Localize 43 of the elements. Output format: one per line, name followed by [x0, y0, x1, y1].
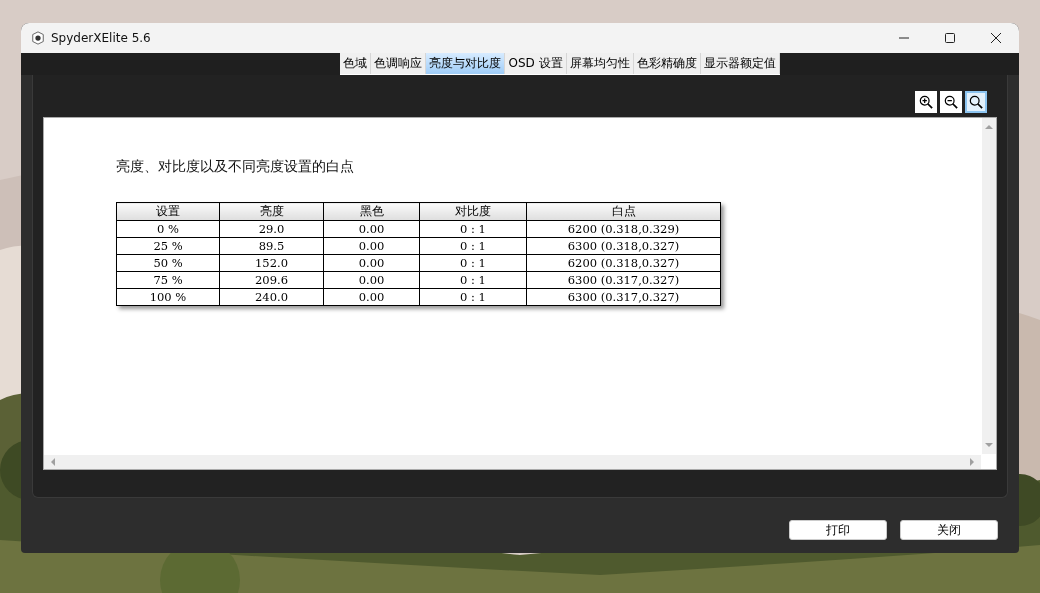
table-cell: 6300 (0.317,0.327) — [526, 271, 721, 289]
dialog-button[interactable]: 打印 — [789, 520, 887, 540]
table-cell: 89.5 — [219, 237, 324, 255]
vertical-scrollbar[interactable] — [982, 118, 996, 454]
table-cell: 0.00 — [323, 220, 420, 238]
table-cell: 0 : 1 — [419, 220, 527, 238]
table-cell: 6200 (0.318,0.327) — [526, 254, 721, 272]
table-cell: 29.0 — [219, 220, 324, 238]
logo-icon — [31, 31, 45, 45]
table-cell: 152.0 — [219, 254, 324, 272]
table-cell: 0 % — [116, 220, 220, 238]
table-cell: 0 : 1 — [419, 237, 527, 255]
table-cell: 0.00 — [323, 254, 420, 272]
tab[interactable]: 色域 — [340, 53, 372, 74]
table-cell: 100 % — [116, 288, 220, 306]
dialog-button[interactable]: 关闭 — [900, 520, 998, 540]
table-cell: 50 % — [116, 254, 220, 272]
table-cell: 0.00 — [323, 288, 420, 306]
table-cell: 25 % — [116, 237, 220, 255]
table-cell: 6200 (0.318,0.329) — [526, 220, 721, 238]
report-heading: 亮度、对比度以及不同亮度设置的白点 — [116, 158, 354, 176]
window-title: SpyderXElite 5.6 — [51, 31, 151, 45]
column-header: 亮度 — [219, 202, 324, 221]
table-cell: 240.0 — [219, 288, 324, 306]
horizontal-scrollbar[interactable] — [44, 455, 981, 469]
table-cell: 0.00 — [323, 237, 420, 255]
zoom-out-button[interactable] — [940, 91, 962, 113]
table-cell: 209.6 — [219, 271, 324, 289]
tab[interactable]: 亮度与对比度 — [426, 53, 506, 74]
table-cell: 0 : 1 — [419, 288, 527, 306]
table-cell: 0.00 — [323, 271, 420, 289]
column-header: 黑色 — [323, 202, 420, 221]
zoom-fit-button[interactable] — [965, 91, 987, 113]
table-cell: 6300 (0.318,0.327) — [526, 237, 721, 255]
zoom-in-button[interactable] — [915, 91, 937, 113]
table-cell: 6300 (0.317,0.327) — [526, 288, 721, 306]
column-header: 对比度 — [419, 202, 527, 221]
column-header: 设置 — [116, 202, 220, 221]
table-cell: 0 : 1 — [419, 254, 527, 272]
table-cell: 75 % — [116, 271, 220, 289]
column-header: 白点 — [526, 202, 721, 221]
table-cell: 0 : 1 — [419, 271, 527, 289]
tab[interactable]: 色调响应 — [371, 53, 427, 74]
